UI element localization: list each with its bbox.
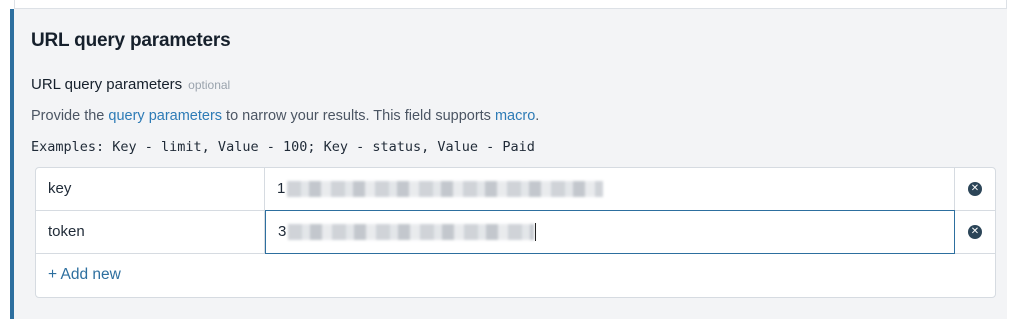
optional-tag: optional	[188, 78, 231, 92]
previous-section-card	[14, 0, 1007, 9]
remove-param-button[interactable]: ✕	[955, 211, 995, 253]
param-row: token 3 ✕	[36, 210, 995, 254]
add-new-param-button[interactable]: + Add new	[48, 266, 121, 284]
param-key-input[interactable]: token	[36, 211, 265, 253]
redacted-value	[288, 224, 534, 240]
url-query-parameters-section: URL query parameters URL query parameter…	[10, 9, 1007, 319]
param-row: key 1 ✕	[36, 168, 995, 211]
help-text-prefix: Provide the	[31, 108, 109, 124]
remove-circle-icon: ✕	[968, 225, 982, 239]
help-text-middle: to narrow your results. This field suppo…	[222, 108, 495, 124]
examples-text: Examples: Key - limit, Value - 100; Key …	[31, 139, 535, 155]
param-key-input[interactable]: key	[36, 168, 265, 210]
field-label-text: URL query parameters	[31, 76, 183, 93]
field-label: URL query parameters optional	[31, 76, 230, 93]
text-caret	[535, 223, 536, 241]
param-value-input[interactable]: 3	[265, 210, 955, 254]
query-params-table: key 1 ✕ token 3 ✕ + Add new	[35, 167, 996, 298]
param-value-visible: 1	[277, 180, 286, 197]
remove-circle-icon: ✕	[968, 182, 982, 196]
help-text-suffix: .	[535, 108, 540, 124]
macro-link[interactable]: macro	[495, 108, 535, 124]
param-value-visible: 3	[278, 223, 287, 240]
section-title: URL query parameters	[31, 30, 231, 51]
param-value-input[interactable]: 1	[265, 168, 955, 210]
help-text: Provide the query parameters to narrow y…	[31, 108, 539, 124]
remove-param-button[interactable]: ✕	[955, 168, 995, 210]
redacted-value	[287, 181, 603, 197]
query-parameters-link[interactable]: query parameters	[108, 108, 222, 124]
